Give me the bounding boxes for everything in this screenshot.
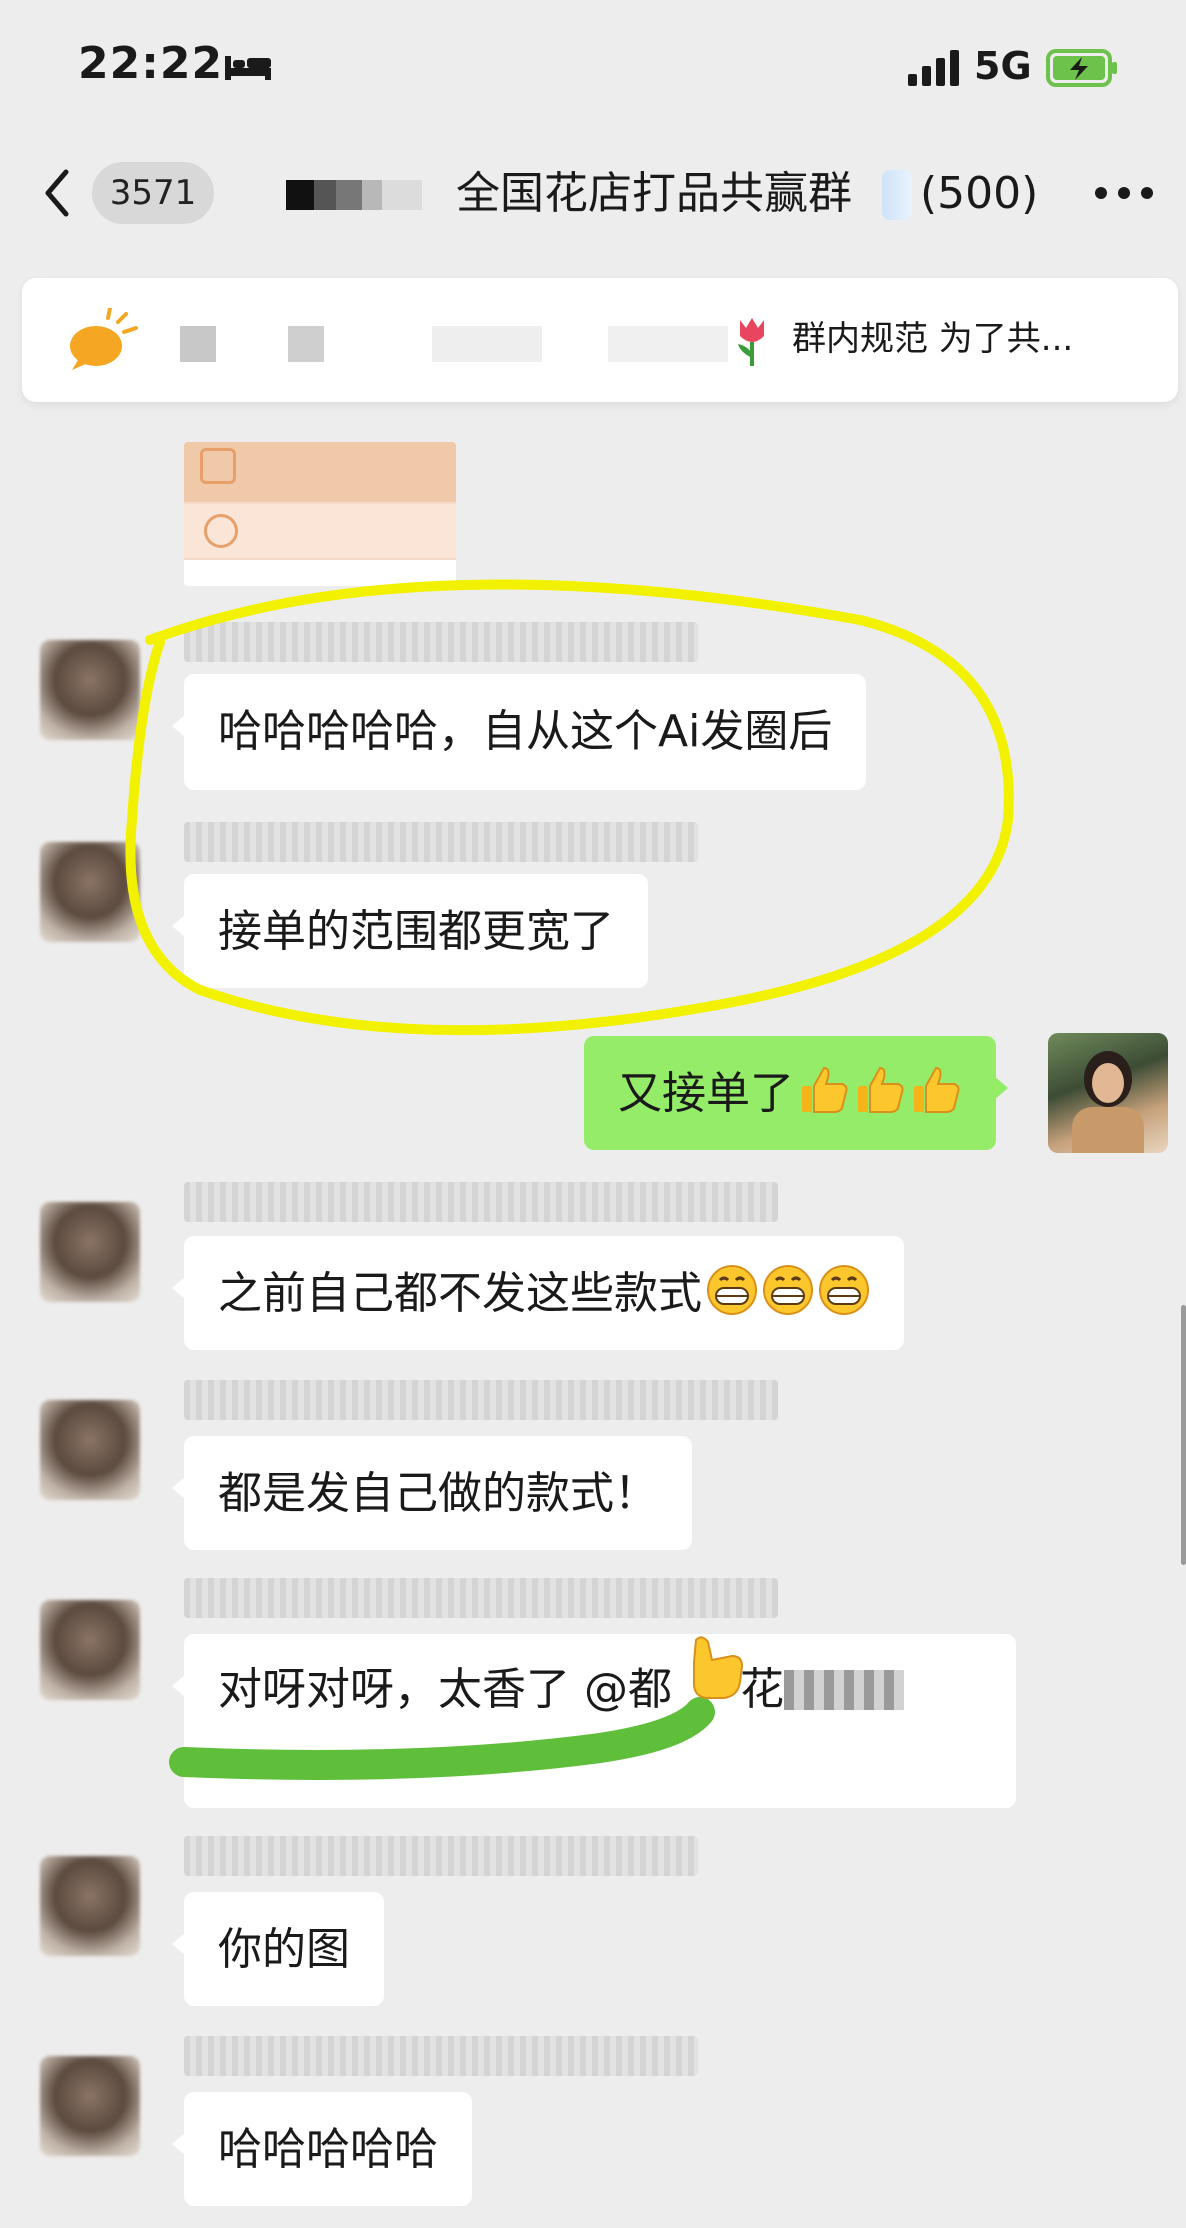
sender-name-redacted bbox=[184, 2036, 698, 2076]
grinning-face-icon bbox=[819, 1265, 869, 1315]
thumbs-up-icon bbox=[914, 1066, 960, 1113]
sender-name-redacted bbox=[184, 1836, 698, 1876]
message-bubble[interactable]: 对呀对呀，太香了 @都 花 bbox=[172, 1634, 1016, 1808]
avatar[interactable] bbox=[40, 842, 140, 942]
message-bubble[interactable]: 哈哈哈哈哈，自从这个Ai发圈后 bbox=[171, 674, 867, 790]
avatar[interactable] bbox=[40, 2056, 140, 2156]
message-text: 哈哈哈哈哈，自从这个Ai发圈后 bbox=[218, 706, 833, 757]
message-bubble[interactable]: 接单的范围都更宽了 bbox=[172, 874, 648, 988]
sender-name-redacted bbox=[184, 822, 698, 862]
redacted-mention-mask bbox=[784, 1670, 904, 1710]
message-text: 对呀对呀，太香了 bbox=[218, 1664, 570, 1715]
status-time: 22:22 bbox=[78, 38, 224, 89]
thumbs-up-icon bbox=[858, 1066, 904, 1113]
group-title-icon bbox=[882, 170, 912, 220]
network-type: 5G bbox=[974, 44, 1032, 88]
avatar[interactable] bbox=[40, 1202, 140, 1302]
scrollbar-thumb[interactable] bbox=[1181, 1305, 1186, 1565]
avatar[interactable] bbox=[40, 1856, 140, 1956]
redacted-block bbox=[180, 326, 216, 362]
message-bubble[interactable]: 之前自己都不发这些款式 bbox=[172, 1236, 904, 1350]
sender-name-redacted bbox=[184, 622, 698, 662]
message-text: 之前自己都不发这些款式 bbox=[218, 1268, 702, 1319]
sender-name-redacted bbox=[184, 1578, 778, 1618]
message-text: 又接单了 bbox=[618, 1068, 794, 1119]
redacted-block bbox=[288, 326, 324, 362]
mention-tail-text: 花 bbox=[740, 1664, 784, 1715]
message-bubble[interactable]: 都是发自己做的款式！ bbox=[172, 1436, 692, 1550]
avatar[interactable] bbox=[40, 1600, 140, 1700]
redacted-block bbox=[608, 326, 728, 362]
message-bubble[interactable]: 你的图 bbox=[172, 1892, 384, 2006]
avatar[interactable] bbox=[40, 1400, 140, 1500]
grinning-face-icon bbox=[707, 1265, 757, 1315]
member-count: (500) bbox=[920, 168, 1039, 219]
redacted-block bbox=[432, 326, 542, 362]
unread-count-badge[interactable]: 3571 bbox=[92, 162, 214, 224]
chat-title: 全国花店打品共赢群 bbox=[456, 168, 852, 219]
grinning-face-icon bbox=[763, 1265, 813, 1315]
signal-strength-icon bbox=[908, 50, 959, 86]
battery-charging-icon bbox=[1046, 49, 1117, 87]
sender-name-redacted bbox=[184, 1182, 778, 1222]
sender-name-redacted bbox=[184, 1380, 778, 1420]
message-text: 都是发自己做的款式！ bbox=[218, 1468, 658, 1519]
avatar[interactable] bbox=[40, 640, 140, 740]
message-text: 你的图 bbox=[218, 1924, 350, 1975]
redacted-name-mask bbox=[286, 180, 422, 210]
announcement-text: 群内规范 为了共... bbox=[792, 319, 1074, 359]
mention-text[interactable]: @都 bbox=[584, 1664, 672, 1715]
message-bubble[interactable]: 哈哈哈哈哈 bbox=[172, 2092, 472, 2206]
my-avatar[interactable] bbox=[1048, 1033, 1168, 1153]
sleep-focus-icon bbox=[225, 56, 271, 80]
message-text: 接单的范围都更宽了 bbox=[218, 906, 614, 957]
tulip-icon bbox=[738, 318, 764, 366]
thumbs-up-icon bbox=[802, 1066, 848, 1113]
message-text: 哈哈哈哈哈 bbox=[218, 2124, 438, 2175]
announcement-bubble-icon bbox=[70, 308, 138, 370]
more-options-icon[interactable] bbox=[1094, 186, 1154, 200]
image-message[interactable] bbox=[184, 442, 456, 586]
message-bubble-own[interactable]: 又接单了 bbox=[584, 1036, 1008, 1150]
group-announcement-bar[interactable]: 群内规范 为了共... bbox=[22, 278, 1178, 402]
back-arrow-icon[interactable] bbox=[42, 168, 72, 218]
